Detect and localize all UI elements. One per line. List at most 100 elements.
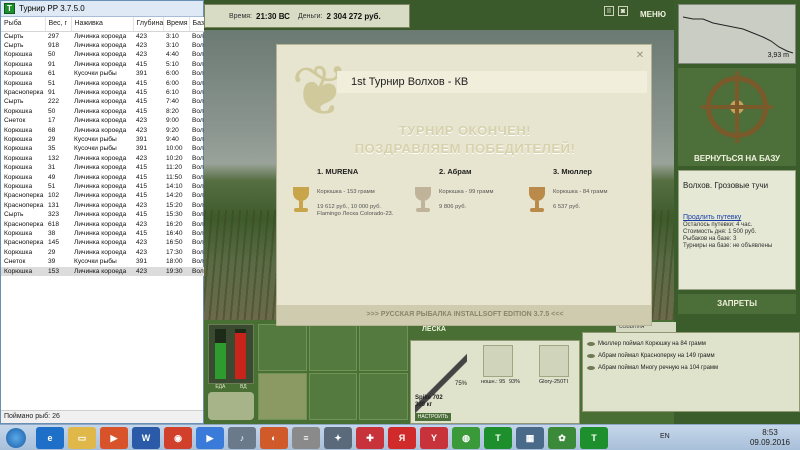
fish-icon	[587, 366, 595, 370]
return-base-button[interactable]: ВЕРНУТЬСЯ НА БАЗУ	[678, 68, 796, 166]
tournament-app-icon-2[interactable]: T	[580, 427, 608, 449]
backpack-icon[interactable]	[258, 324, 307, 371]
table-row[interactable]: Сырть 297 Личинка короеда 423 3:10 Вол	[1, 31, 205, 41]
table-row[interactable]: Сырть 918 Личинка короеда 423 3:10 Вол	[1, 41, 205, 50]
extend-trip-link[interactable]: Продлить путевку	[683, 214, 791, 221]
chrome-icon[interactable]: ◉	[164, 427, 192, 449]
table-row[interactable]: Корюшка 91 Личинка короеда 415 5:10 Вол	[1, 60, 205, 69]
ie-icon[interactable]: e	[36, 427, 64, 449]
table-row[interactable]: Корюшка 61 Кусочки рыбы 391 6:00 Вол	[1, 69, 205, 78]
table-row[interactable]: Корюшка 132 Личинка короеда 423 10:20 Вол	[1, 154, 205, 163]
table-row[interactable]: Красноперка 145 Личинка короеда 423 16:50 Вол	[1, 238, 205, 247]
table-cell: 323	[48, 211, 60, 219]
archive-icon[interactable]: ▦	[516, 427, 544, 449]
line-icon[interactable]	[539, 345, 569, 377]
table-cell: Вол	[192, 32, 204, 40]
tournament-log-window[interactable]: Т Турнир РР 3.7.5.0 Рыба Вес, г Наживка Глу…	[0, 0, 205, 424]
table-cell: 29	[48, 135, 56, 143]
table-row[interactable]: Корюшка 35 Кусочки рыбы 391 10:00 Вол	[1, 144, 205, 153]
tournament-app-icon[interactable]: T	[484, 427, 512, 449]
feather-icon[interactable]	[359, 324, 408, 371]
table-cell: 6:00	[166, 79, 179, 87]
tournament-over-text: ТУРНИР ОКОНЧЕН!	[398, 123, 532, 138]
audio-icon[interactable]: ♪	[228, 427, 256, 449]
column-header[interactable]: Рыба	[1, 17, 46, 32]
table-row[interactable]: Корюшка 153 Личинка короеда 423 19:30 Вол	[1, 266, 205, 277]
slot-label: Glory-250TI	[539, 379, 569, 385]
clock[interactable]: 8:53 09.09.2016	[744, 428, 796, 448]
setup-button[interactable]: НАСТРОИТЬ	[415, 413, 451, 421]
table-cell: 415	[136, 60, 148, 68]
table-cell: Вол	[192, 201, 204, 209]
table-row[interactable]: Корюшка 68 Личинка короеда 423 9:20 Вол	[1, 126, 205, 135]
catch-table-container[interactable]: РыбаВес, гНаживкаГлубинаВремяБаза Сырть 2…	[1, 17, 205, 411]
table-row[interactable]: Снеток 39 Кусочки рыбы 391 18:00 Вол	[1, 257, 205, 266]
table-row[interactable]: Красноперка 131 Личинка короеда 423 15:20 Вол	[1, 201, 205, 210]
table-cell: Личинка короеда	[74, 192, 127, 200]
bait-icon[interactable]	[359, 373, 408, 420]
column-header[interactable]: Время	[163, 17, 190, 32]
table-cell: 131	[48, 201, 60, 209]
table-cell: 9:20	[166, 126, 179, 134]
column-header[interactable]: База	[189, 17, 205, 32]
table-cell: 415	[136, 211, 148, 219]
place-fish: Корюшка - 99 грамм	[439, 189, 494, 195]
table-row[interactable]: Красноперка 618 Личинка короеда 423 16:20 Вол	[1, 220, 205, 229]
table-cell: 415	[136, 107, 148, 115]
table-row[interactable]: Корюшка 51 Личинка короеда 415 14:10 Вол	[1, 182, 205, 191]
window-titlebar[interactable]: Т Турнир РР 3.7.5.0	[1, 1, 203, 17]
folder-icon[interactable]: ▭	[68, 427, 96, 449]
notepad-icon[interactable]: ≡	[292, 427, 320, 449]
game-icon[interactable]: ◍	[452, 427, 480, 449]
reel-icon[interactable]	[483, 345, 513, 377]
paint-icon[interactable]: ◐	[260, 427, 288, 449]
bucket-icon[interactable]	[258, 373, 307, 420]
table-cell: 391	[136, 258, 148, 266]
butterfly-icon[interactable]: ✿	[548, 427, 576, 449]
table-row[interactable]: Корюшка 51 Личинка короеда 415 6:00 Вол	[1, 79, 205, 88]
yandex-icon[interactable]: Я	[388, 427, 416, 449]
table-row[interactable]: Корюшка 31 Личинка короеда 415 11:20 Вол	[1, 163, 205, 172]
table-row[interactable]: Сырть 222 Личинка короеда 415 7:40 Вол	[1, 97, 205, 106]
column-header[interactable]: Вес, г	[45, 17, 72, 32]
bag-icon[interactable]	[308, 324, 358, 371]
yandex-browser-icon[interactable]: Y	[420, 427, 448, 449]
table-cell: 145	[48, 239, 60, 247]
table-row[interactable]: Сырть 323 Личинка короеда 415 15:30 Вол	[1, 210, 205, 219]
winner-place-1: 1. MURENA Корюшка - 153 грамм 19 612 руб…	[291, 167, 411, 217]
word-icon[interactable]: W	[132, 427, 160, 449]
pause-icon[interactable]: II	[604, 6, 614, 16]
tub-icon[interactable]	[308, 373, 358, 420]
column-header[interactable]: Глубина	[133, 17, 164, 32]
language-indicator[interactable]: EN	[660, 433, 670, 440]
clock-date: 09.09.2016	[749, 438, 791, 447]
table-cell: Сырть	[4, 32, 24, 40]
cauldron-icon[interactable]	[208, 392, 254, 420]
table-row[interactable]: Красноперка 102 Личинка короеда 415 14:20 Вол	[1, 191, 205, 200]
table-row[interactable]: Красноперка 91 Личинка короеда 415 6:10 Вол	[1, 88, 205, 97]
close-icon[interactable]: ✕	[635, 51, 645, 61]
table-cell: Вол	[192, 211, 204, 219]
table-row[interactable]: Корюшка 38 Личинка короеда 415 16:40 Вол	[1, 229, 205, 238]
table-cell: 51	[48, 183, 56, 190]
table-row[interactable]: Корюшка 50 Личинка короеда 423 4:40 Вол	[1, 50, 205, 59]
column-header[interactable]: Наживка	[71, 17, 134, 32]
media-player-icon[interactable]: ▶	[100, 427, 128, 449]
table-row[interactable]: Корюшка 29 Кусочки рыбы 391 9:40 Вол	[1, 135, 205, 144]
gold-cup-icon	[291, 187, 311, 213]
table-cell: Личинка короеда	[74, 239, 127, 247]
camera-icon[interactable]: ◙	[618, 6, 628, 16]
settings-icon[interactable]: ✦	[324, 427, 352, 449]
tackle-panel: Spike 702 300 кг НАСТРОИТЬ 75% ношн.: 95…	[410, 340, 580, 424]
table-row[interactable]: Корюшка 29 Личинка короеда 423 17:30 Вол	[1, 248, 205, 257]
table-row[interactable]: Корюшка 50 Личинка короеда 415 8:20 Вол	[1, 107, 205, 116]
table-cell: 5:10	[166, 60, 179, 68]
top-icons: II ◙	[604, 6, 628, 16]
menu-button[interactable]: МЕНЮ	[636, 6, 670, 24]
bans-button[interactable]: ЗАПРЕТЫ	[678, 294, 796, 314]
video-icon[interactable]: ▶	[196, 427, 224, 449]
table-row[interactable]: Корюшка 49 Личинка короеда 415 11:50 Вол	[1, 173, 205, 182]
table-row[interactable]: Снеток 17 Личинка короеда 423 9:00 Вол	[1, 116, 205, 125]
antivirus-icon[interactable]: ✚	[356, 427, 384, 449]
start-button[interactable]	[6, 428, 26, 448]
